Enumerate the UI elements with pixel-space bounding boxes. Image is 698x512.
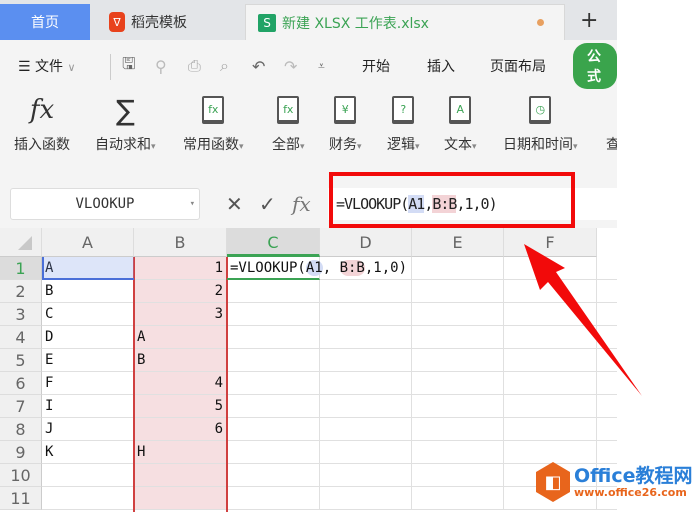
red-arrow-icon [524,244,642,396]
formula-text: =VLOOKUP( [230,260,306,276]
formula-text: ,1,0) [364,260,408,276]
watermark-title: Office教程网 [574,464,693,487]
formula-ref-bb: B:B [339,260,365,276]
formula-text: , [322,260,340,276]
office-logo-icon: ◧ [536,462,570,502]
watermark: ◧ Office教程网 www.office26.com [536,462,693,502]
cell-C1-editing[interactable]: =VLOOKUP(A1, B:B,1,0) [227,257,407,280]
annotation-arrow [524,244,642,396]
formula-ref-a1: A1 [305,260,323,276]
watermark-url: www.office26.com [574,485,687,499]
